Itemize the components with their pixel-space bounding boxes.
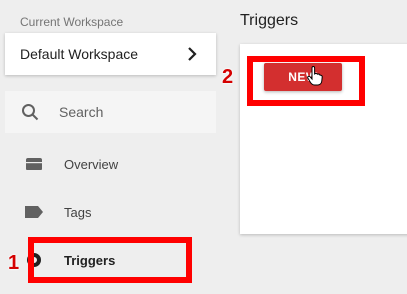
- search-field[interactable]: [5, 91, 216, 133]
- page-title: Triggers: [240, 12, 299, 29]
- workspace-name: Default Workspace: [20, 46, 139, 62]
- folder-icon: [24, 154, 44, 174]
- step-number-2: 2: [222, 66, 234, 88]
- tag-icon: [24, 202, 44, 222]
- sidebar-item-tags[interactable]: Tags: [0, 192, 228, 232]
- gtm-workspace-screen: Current Workspace Default Workspace Over…: [0, 0, 407, 294]
- chevron-right-icon: [182, 44, 202, 64]
- sidebar-item-label: Tags: [64, 204, 92, 220]
- search-input[interactable]: [59, 104, 199, 120]
- search-icon: [21, 102, 41, 122]
- highlight-box-step-1: [28, 237, 192, 283]
- highlight-box-step-2: [247, 56, 365, 106]
- main-panel: Triggers: [228, 0, 407, 294]
- workspace-selector[interactable]: Default Workspace: [5, 33, 216, 75]
- step-number-1: 1: [8, 252, 20, 274]
- current-workspace-label: Current Workspace: [20, 15, 124, 29]
- sidebar-item-label: Overview: [64, 156, 119, 172]
- sidebar-item-overview[interactable]: Overview: [0, 144, 228, 184]
